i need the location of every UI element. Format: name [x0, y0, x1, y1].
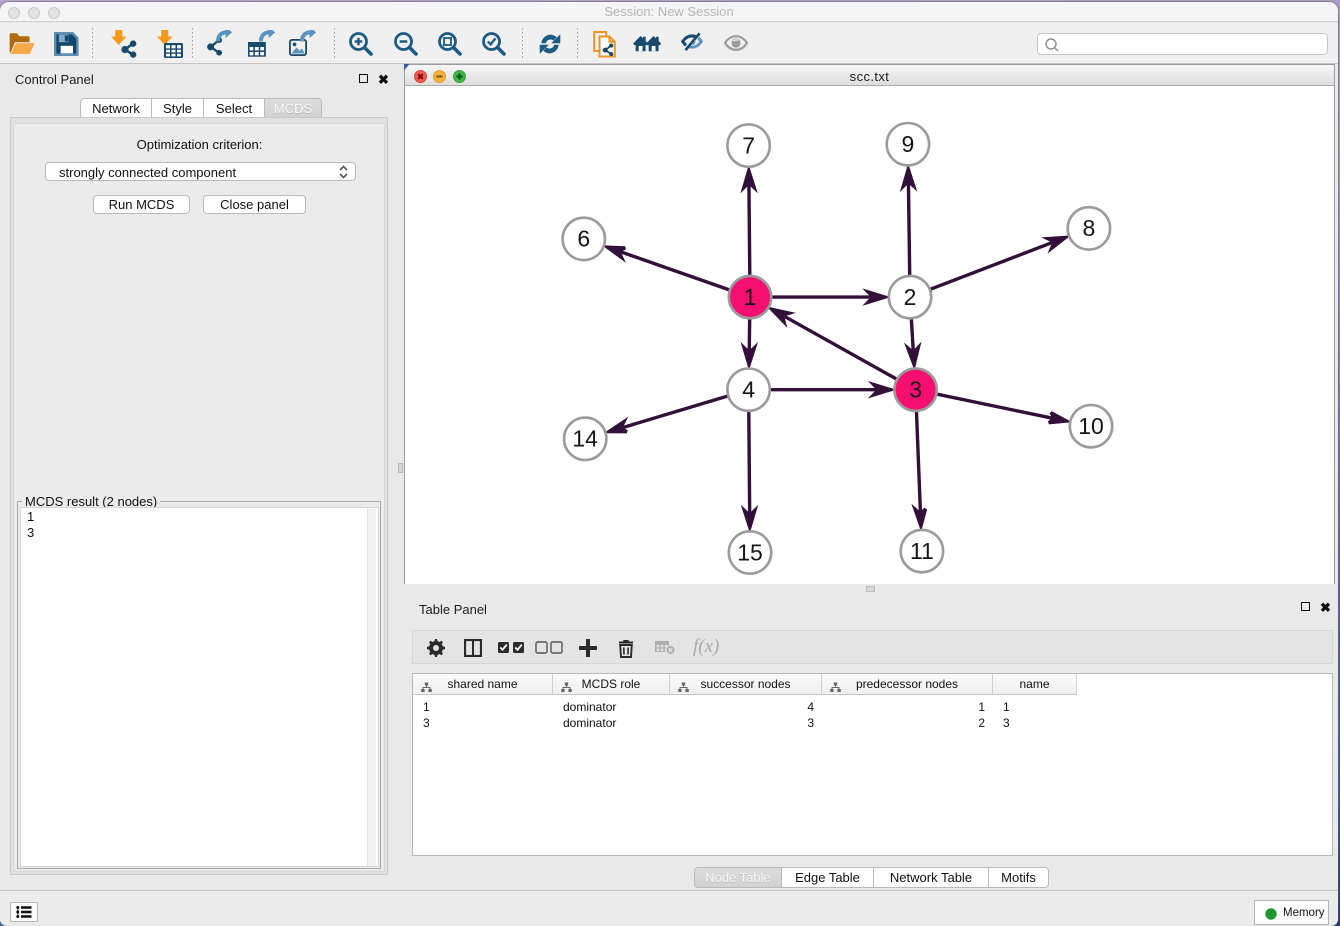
svg-text:9: 9 [902, 131, 915, 157]
svg-text:15: 15 [737, 539, 763, 565]
svg-text:7: 7 [742, 132, 755, 158]
svg-text:10: 10 [1078, 413, 1104, 439]
svg-text:11: 11 [910, 538, 934, 564]
svg-text:6: 6 [577, 226, 590, 252]
svg-text:14: 14 [572, 426, 598, 452]
svg-text:4: 4 [742, 377, 755, 403]
svg-text:1: 1 [744, 284, 757, 310]
svg-text:8: 8 [1083, 215, 1096, 241]
svg-text:3: 3 [909, 377, 922, 403]
svg-text:2: 2 [904, 284, 917, 310]
